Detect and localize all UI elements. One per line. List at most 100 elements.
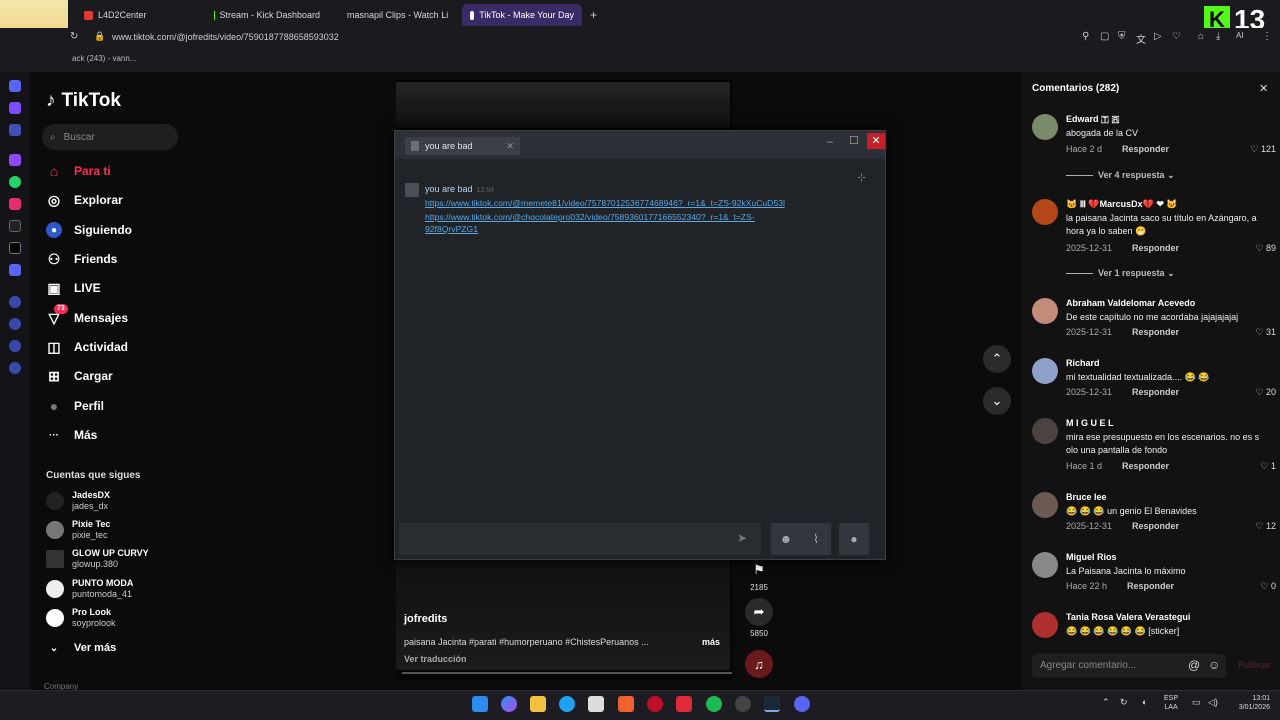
like-button[interactable]: ♡ 1 <box>1260 461 1276 472</box>
account-item[interactable]: Pro Look soyprolook <box>46 607 116 629</box>
bookmark-item[interactable]: ack (243) - vann... <box>72 54 136 63</box>
comment-author[interactable]: 🐱 Ⅲ 💔MarcusDx💔 ❤ 🐱 <box>1066 199 1178 210</box>
discord-taskbar-icon[interactable] <box>794 696 810 712</box>
nav-mas[interactable]: ··· Más <box>46 425 97 445</box>
chat-tab[interactable]: you are bad ✕ <box>405 137 520 155</box>
voice-button[interactable]: ● <box>839 523 869 555</box>
emoticon-button[interactable]: ☻ <box>771 523 801 555</box>
tab-kick-dashboard[interactable]: Stream - Kick Dashboard <box>206 4 328 26</box>
close-comments-button[interactable]: ✕ <box>1259 82 1268 95</box>
store-icon[interactable] <box>588 696 604 712</box>
avatar[interactable] <box>1032 114 1058 140</box>
tray-chevron-icon[interactable]: ⌃ <box>1102 697 1110 708</box>
chat-message-input[interactable] <box>399 523 761 555</box>
translate-button[interactable]: Ver traducción <box>404 654 467 664</box>
nav-explorar[interactable]: ◎ Explorar <box>46 190 123 210</box>
comment-author[interactable]: Edward 🇹 🇷 <box>1066 114 1119 125</box>
edge-icon[interactable] <box>559 696 575 712</box>
tray-sync-icon[interactable]: ↻ <box>1120 697 1128 708</box>
clock[interactable]: 13:01 3/01/2026 <box>1228 694 1270 712</box>
account-item[interactable]: PUNTO MODA puntomoda_41 <box>46 578 133 600</box>
account-item[interactable]: GLOW UP CURVY glowup.380 <box>46 548 149 570</box>
reply-button[interactable]: Responder <box>1122 144 1169 154</box>
ai-icon[interactable]: AI <box>1236 31 1244 40</box>
search-input[interactable]: ⌕ Buscar <box>42 124 178 150</box>
view-replies-button[interactable]: ——— Ver 4 respuesta ⌄ <box>1066 170 1175 181</box>
like-button[interactable]: ♡ 12 <box>1255 521 1276 532</box>
message-link[interactable]: https://www.tiktok.com/@chocolatepro032/… <box>425 212 755 222</box>
history-icon[interactable] <box>9 318 21 330</box>
share-action[interactable]: ➦ 5850 <box>744 598 774 638</box>
obs-icon[interactable] <box>735 696 751 712</box>
side-app-icon[interactable] <box>9 102 21 114</box>
company-link[interactable]: Company <box>44 682 78 690</box>
steam-icon[interactable] <box>764 696 780 712</box>
settings-icon[interactable] <box>9 362 21 374</box>
spotify-icon[interactable] <box>706 696 722 712</box>
tab-l4d2center[interactable]: L4D2Center <box>76 4 196 26</box>
nav-siguiendo[interactable]: ● Siguiendo <box>46 220 132 240</box>
side-app-icon[interactable] <box>9 124 21 136</box>
message-link[interactable]: https://www.tiktok.com/@memete81/video/7… <box>425 198 785 208</box>
avatar[interactable] <box>1032 552 1058 578</box>
side-app-icon[interactable] <box>9 80 21 92</box>
windows-start-icon[interactable] <box>472 696 488 712</box>
side-app-icon[interactable] <box>9 296 21 308</box>
like-button[interactable]: ♡ 121 <box>1250 144 1276 155</box>
heart-icon[interactable]: ♡ <box>1172 31 1181 42</box>
like-button[interactable]: ♡ 89 <box>1255 243 1276 254</box>
tab-kick-clips[interactable]: masnapil Clips - Watch Li <box>334 4 456 26</box>
like-button[interactable]: ♡ 20 <box>1255 387 1276 398</box>
view-replies-button[interactable]: ——— Ver 1 respuesta ⌄ <box>1066 268 1175 279</box>
menu-icon[interactable]: ⋮ <box>1262 31 1272 42</box>
send-icon[interactable]: ➤ <box>737 531 747 545</box>
close-window-button[interactable]: ✕ <box>867 133 885 149</box>
nav-para-ti[interactable]: ⌂ Para ti <box>46 161 111 181</box>
nav-live[interactable]: ▣ LIVE <box>46 278 100 298</box>
avatar[interactable] <box>1032 418 1058 444</box>
avatar[interactable] <box>1032 612 1058 638</box>
comment-author[interactable]: M I G U E L <box>1066 418 1114 428</box>
save-action[interactable]: ⚑ 2185 <box>744 560 774 592</box>
maximize-button[interactable]: ☐ <box>849 134 859 147</box>
mention-icon[interactable]: @ <box>1188 658 1200 672</box>
sound-action[interactable]: ♫ <box>744 650 774 681</box>
tiktok-side-icon[interactable] <box>9 220 21 232</box>
app-icon[interactable] <box>618 696 634 712</box>
volume-icon[interactable]: ◁) <box>1208 697 1218 708</box>
comment-author[interactable]: Richard <box>1066 358 1100 368</box>
side-app-icon[interactable] <box>9 340 21 352</box>
discord-icon[interactable] <box>9 264 21 276</box>
like-button[interactable]: ♡ 31 <box>1255 327 1276 338</box>
nav-friends[interactable]: ⚇ Friends <box>46 249 118 269</box>
extensions-icon[interactable]: ⌂ <box>1198 31 1204 42</box>
play-icon[interactable]: ▷ <box>1154 31 1162 42</box>
download-icon[interactable]: ⤓ <box>1216 31 1220 42</box>
account-item[interactable]: JadesDX jades_dx <box>46 490 110 512</box>
copilot-icon[interactable] <box>501 696 517 712</box>
attach-button[interactable]: ⌇ <box>801 523 831 555</box>
tray-mic-icon[interactable]: ◐ <box>1142 697 1147 707</box>
pin-icon[interactable]: ⚲ <box>1082 31 1089 42</box>
like-button[interactable]: ♡ 0 <box>1260 581 1276 592</box>
avatar[interactable] <box>1032 358 1058 384</box>
avatar[interactable] <box>1032 298 1058 324</box>
minimize-button[interactable]: – <box>827 136 833 148</box>
message-link[interactable]: 92f8QrvPZG1 <box>425 224 478 234</box>
reload-icon[interactable]: ↻ <box>70 31 78 42</box>
account-item[interactable]: Pixie Tec pixie_tec <box>46 519 110 541</box>
reply-button[interactable]: Responder <box>1132 327 1179 337</box>
url-field[interactable]: www.tiktok.com/@jofredits/video/75901877… <box>112 32 339 42</box>
opera-icon[interactable] <box>647 696 663 712</box>
nav-perfil[interactable]: ● Perfil <box>46 396 104 416</box>
close-icon[interactable]: ✕ <box>506 141 514 152</box>
reply-button[interactable]: Responder <box>1132 521 1179 531</box>
app-icon[interactable] <box>676 696 692 712</box>
translate-icon[interactable]: 文 <box>1136 31 1146 46</box>
emoji-icon[interactable]: ☺ <box>1208 658 1220 672</box>
comment-author[interactable]: Tania Rosa Valera Verastegui <box>1066 612 1190 622</box>
tab-tiktok[interactable]: TikTok - Make Your Day <box>462 4 582 26</box>
video-progress-bar[interactable] <box>402 672 732 674</box>
input-language[interactable]: ESP LAA <box>1164 694 1178 712</box>
instagram-icon[interactable] <box>9 198 21 210</box>
